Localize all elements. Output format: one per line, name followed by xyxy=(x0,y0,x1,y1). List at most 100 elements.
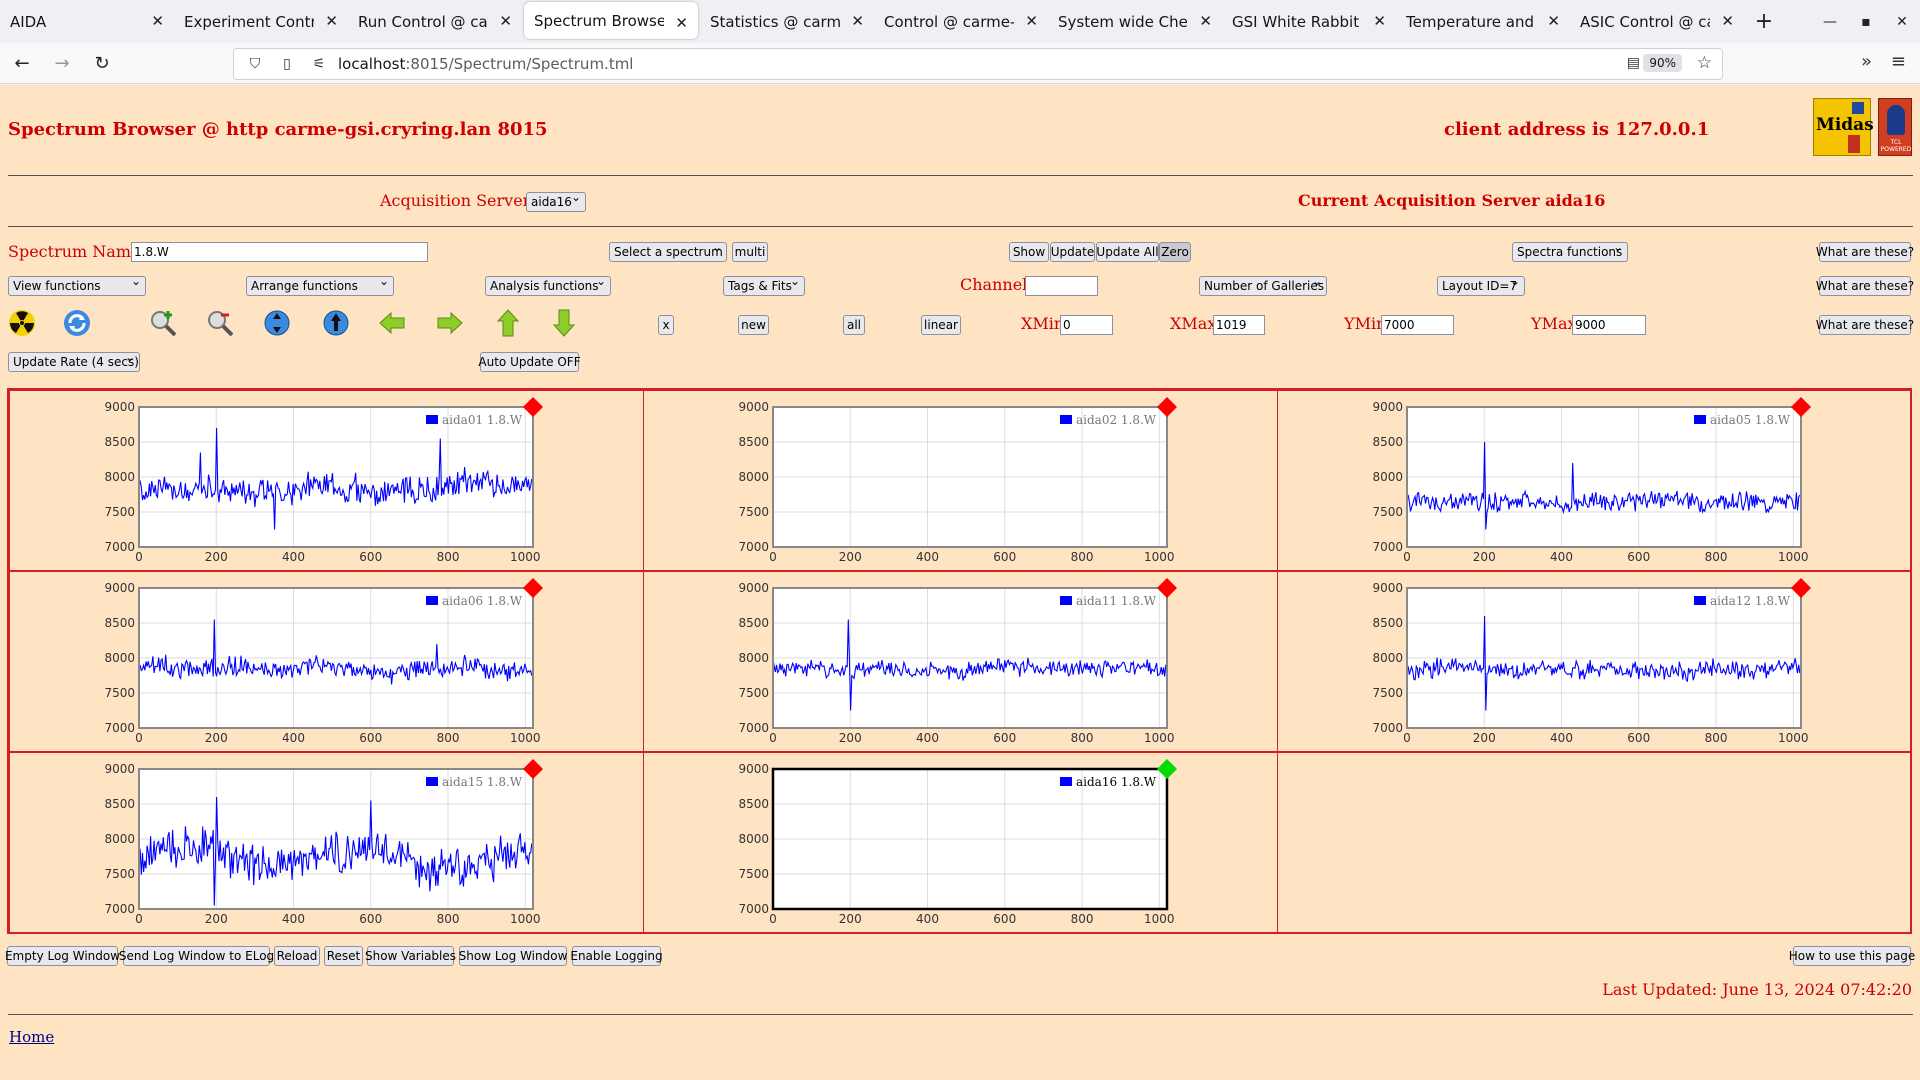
arrow-right-icon[interactable] xyxy=(435,308,465,338)
close-window-icon[interactable]: ✕ xyxy=(1884,0,1920,43)
enable-logging-button[interactable]: Enable Logging xyxy=(570,946,663,966)
back-icon[interactable]: ← xyxy=(4,47,40,79)
browser-tab[interactable]: Run Control @ carme-gsi ✕ xyxy=(348,0,522,43)
channel-input[interactable] xyxy=(1025,276,1098,296)
all-button[interactable]: all xyxy=(843,315,865,335)
select-spectrum-dropdown[interactable]: Select a spectrum xyxy=(609,240,727,262)
spectrum-name-input[interactable]: 1.8.W xyxy=(131,242,428,262)
spectra-functions-dropdown[interactable]: Spectra functions xyxy=(1512,240,1628,262)
close-tab-icon[interactable]: ✕ xyxy=(851,12,864,30)
update-button[interactable]: Update xyxy=(1050,242,1095,262)
move-up-icon[interactable] xyxy=(321,308,351,338)
send-log-to-elog-button[interactable]: Send Log Window to ELog xyxy=(119,946,274,966)
browser-tab-active[interactable]: Spectrum Browser @ http carme-gsi ✕ xyxy=(524,2,698,39)
gallery-cell[interactable] xyxy=(1277,752,1912,933)
gallery-cell[interactable]: 7000 7500 8000 8500 9000 0 200 400 600 800 1000 aid… xyxy=(9,571,644,752)
browser-tab[interactable]: ASIC Control @ carme-gsi ✕ xyxy=(1570,0,1744,43)
multi-button[interactable]: multi xyxy=(732,242,768,262)
tags-fits-dropdown[interactable]: Tags & Fits xyxy=(723,274,805,296)
close-tab-icon[interactable]: ✕ xyxy=(1547,12,1560,30)
what-are-these-button[interactable]: What are these? xyxy=(1816,315,1914,335)
close-tab-icon[interactable]: ✕ xyxy=(1721,12,1734,30)
browser-tab[interactable]: Control @ carme-gsi ✕ xyxy=(874,0,1048,43)
show-variables-button[interactable]: Show Variables xyxy=(365,946,456,966)
browser-tab[interactable]: AIDA ✕ xyxy=(0,0,174,43)
overflow-chevron-icon[interactable]: » xyxy=(1861,51,1872,72)
update-rate-dropdown[interactable]: Update Rate (4 secs) xyxy=(8,350,140,372)
zoom-out-icon[interactable] xyxy=(205,308,235,338)
arrow-down-icon[interactable] xyxy=(549,308,579,338)
arrow-left-icon[interactable] xyxy=(377,308,407,338)
spectrum-plot[interactable]: 7000 7500 8000 8500 9000 0 200 400 600 800 1000 aid… xyxy=(644,753,1278,934)
hamburger-menu-icon[interactable]: ≡ xyxy=(1891,51,1906,72)
close-tab-icon[interactable]: ✕ xyxy=(499,12,512,30)
radiation-icon[interactable] xyxy=(7,308,37,338)
browser-tab[interactable]: Statistics @ carme-gsi ✕ xyxy=(700,0,874,43)
permissions-icon[interactable]: ⚟ xyxy=(308,56,330,72)
spectrum-plot[interactable]: 7000 7500 8000 8500 9000 0 200 400 600 800 1000 aid… xyxy=(1278,572,1912,753)
ymax-input[interactable]: 9000 xyxy=(1572,315,1646,335)
empty-log-window-button[interactable]: Empty Log Window xyxy=(5,946,120,966)
gallery-cell[interactable]: 7000 7500 8000 8500 9000 0 200 400 600 800 1000 aid… xyxy=(9,390,644,571)
spectrum-plot[interactable]: 7000 7500 8000 8500 9000 0 200 400 600 800 1000 aid… xyxy=(10,391,644,572)
spectrum-plot[interactable]: 7000 7500 8000 8500 9000 0 200 400 600 800 1000 aid… xyxy=(1278,391,1912,572)
arrow-up-icon[interactable] xyxy=(493,308,523,338)
zoom-in-icon[interactable] xyxy=(148,308,178,338)
reset-button[interactable]: Reset xyxy=(324,946,363,966)
spectrum-plot[interactable]: 7000 7500 8000 8500 9000 0 200 400 600 800 1000 aid… xyxy=(10,572,644,753)
reload-button[interactable]: Reload xyxy=(274,946,320,966)
close-tab-icon[interactable]: ✕ xyxy=(1373,12,1386,30)
arrange-functions-dropdown[interactable]: Arrange functions xyxy=(246,274,394,296)
gallery-cell[interactable]: 7000 7500 8000 8500 9000 0 200 400 600 800 1000 aid… xyxy=(1277,571,1912,752)
refresh-icon[interactable] xyxy=(62,308,92,338)
home-link[interactable]: Home xyxy=(9,1028,54,1046)
close-tab-icon[interactable]: ✕ xyxy=(1199,12,1212,30)
linear-button[interactable]: linear xyxy=(921,315,961,335)
browser-tab[interactable]: Temperature and status ✕ xyxy=(1396,0,1570,43)
xmin-input[interactable]: 0 xyxy=(1060,315,1113,335)
bookmark-star-icon[interactable]: ☆ xyxy=(1697,53,1712,73)
auto-update-button[interactable]: Auto Update OFF xyxy=(478,352,581,372)
reader-view-icon[interactable]: ▤ xyxy=(1627,55,1640,71)
x-button[interactable]: x xyxy=(658,315,674,335)
ymin-input[interactable]: 7000 xyxy=(1381,315,1454,335)
analysis-functions-dropdown[interactable]: Analysis functions xyxy=(485,274,611,296)
zoom-badge[interactable]: 90% xyxy=(1643,54,1682,72)
acquisition-server-select[interactable]: aida16 xyxy=(526,190,586,212)
view-functions-dropdown[interactable]: View functions xyxy=(8,274,146,296)
what-are-these-button[interactable]: What are these? xyxy=(1816,242,1914,262)
show-log-window-button[interactable]: Show Log Window xyxy=(459,946,567,966)
what-are-these-button[interactable]: What are these? xyxy=(1816,276,1914,296)
forward-icon[interactable]: → xyxy=(44,47,80,79)
spectrum-plot[interactable]: 7000 7500 8000 8500 9000 0 200 400 600 800 1000 aid… xyxy=(10,753,644,934)
gallery-cell[interactable]: 7000 7500 8000 8500 9000 0 200 400 600 800 1000 aid… xyxy=(643,390,1278,571)
shield-icon[interactable]: ⛉ xyxy=(244,56,266,72)
gallery-cell[interactable]: 7000 7500 8000 8500 9000 0 200 400 600 800 1000 aid… xyxy=(643,571,1278,752)
zero-button[interactable]: Zero xyxy=(1159,242,1191,262)
spectrum-plot[interactable]: 7000 7500 8000 8500 9000 0 200 400 600 800 1000 aid… xyxy=(644,391,1278,572)
spectrum-plot[interactable]: 7000 7500 8000 8500 9000 0 200 400 600 800 1000 aid… xyxy=(644,572,1278,753)
show-button[interactable]: Show xyxy=(1009,242,1049,262)
number-of-galleries-dropdown[interactable]: Number of Galleries xyxy=(1199,274,1327,296)
close-tab-icon[interactable]: ✕ xyxy=(1025,12,1038,30)
new-tab-icon[interactable]: + xyxy=(1744,0,1784,43)
how-to-use-button[interactable]: How to use this page xyxy=(1789,946,1915,966)
reload-icon[interactable]: ↻ xyxy=(84,47,120,79)
browser-tab[interactable]: System wide Checks @ carme-gsi ✕ xyxy=(1048,0,1222,43)
gallery-cell[interactable]: 7000 7500 8000 8500 9000 0 200 400 600 800 1000 aid… xyxy=(643,752,1278,933)
url-text[interactable]: localhost:8015/Spectrum/Spectrum.tml xyxy=(338,55,633,73)
url-bar[interactable]: ⛉ ▯ ⚟ localhost:8015/Spectrum/Spectrum.t… xyxy=(233,48,1723,80)
browser-tab[interactable]: Experiment Control @ carme-gsi ✕ xyxy=(174,0,348,43)
gallery-cell[interactable]: 7000 7500 8000 8500 9000 0 200 400 600 800 1000 aid… xyxy=(9,752,644,933)
close-tab-icon[interactable]: ✕ xyxy=(675,14,688,32)
gallery-cell[interactable]: 7000 7500 8000 8500 9000 0 200 400 600 800 1000 aid… xyxy=(1277,390,1912,571)
new-button[interactable]: new xyxy=(738,315,769,335)
expand-vertical-icon[interactable] xyxy=(262,308,292,338)
close-tab-icon[interactable]: ✕ xyxy=(151,12,164,30)
xmax-input[interactable]: 1019 xyxy=(1213,315,1265,335)
layout-id-dropdown[interactable]: Layout ID=7 xyxy=(1437,274,1525,296)
close-tab-icon[interactable]: ✕ xyxy=(325,12,338,30)
update-all-button[interactable]: Update All xyxy=(1096,242,1159,262)
minimize-icon[interactable]: — xyxy=(1812,0,1848,43)
maximize-icon[interactable]: ▪ xyxy=(1848,0,1884,43)
